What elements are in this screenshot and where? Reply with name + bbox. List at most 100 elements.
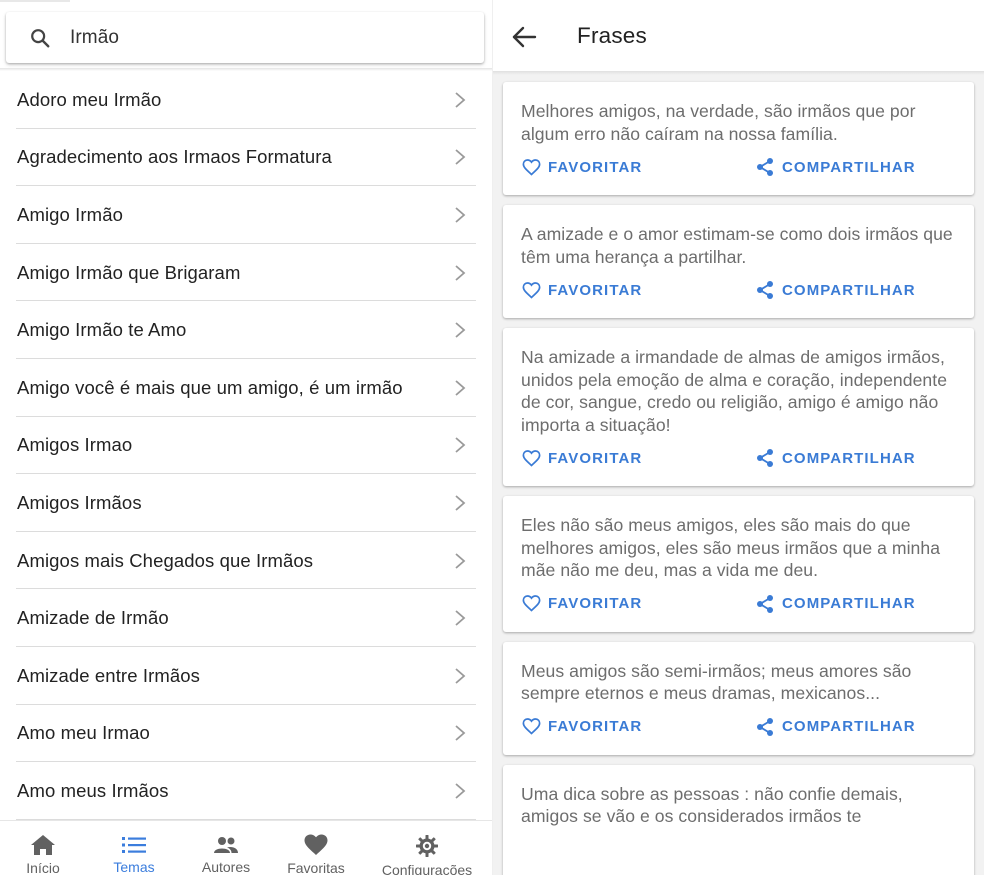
nav-label: Autores (201, 859, 251, 875)
favorite-button[interactable]: FAVORITAR (521, 594, 642, 614)
quote-text: A amizade e o amor estimam-se como dois … (521, 224, 953, 267)
list-item[interactable]: Amigos Irmao (0, 417, 492, 475)
list-item-label: Adoro meu Irmão (17, 88, 162, 110)
share-button[interactable]: COMPARTILHAR (755, 717, 916, 737)
list-item-label: Amigo Irmão (17, 203, 123, 225)
list-item-label: Amigos mais Chegados que Irmãos (17, 549, 314, 571)
list-item-label: Amo meu Irmao (17, 722, 150, 744)
quotes-panel: Frases Melhores amigos, na verdade, são … (493, 0, 984, 875)
quote-list: Melhores amigos, na verdade, são irmãos … (503, 82, 974, 875)
share-button[interactable]: COMPARTILHAR (755, 157, 916, 177)
quote-actions (521, 828, 956, 875)
list-item[interactable]: Adoro meu Irmão (0, 71, 492, 129)
list-item[interactable]: Amigos mais Chegados que Irmãos (0, 532, 492, 590)
quote-actions: FAVORITAR COMPARTILHAR (521, 268, 956, 318)
nav-item-temas[interactable]: Temas (86, 821, 182, 875)
quote-card: Melhores amigos, na verdade, são irmãos … (503, 82, 974, 195)
list-item[interactable]: Amigo Irmão que Brigaram (0, 244, 492, 302)
nav-label: Configurações (381, 862, 473, 875)
nav-label: Favoritas (287, 860, 345, 875)
list-item-label: Amizade de Irmão (17, 607, 169, 629)
arrow-back-icon[interactable] (511, 24, 537, 50)
list-item[interactable]: Amizade entre Irmãos (0, 647, 492, 705)
chevron-right-icon (455, 149, 466, 166)
search-input[interactable]: Irmão (70, 27, 119, 49)
chevron-right-icon (455, 610, 466, 626)
list-item[interactable]: Amo meu Irmao (0, 705, 492, 763)
favorite-button[interactable]: FAVORITAR (521, 448, 642, 468)
app-screen: Irmão Adoro meu Irmão Agradecimento aos … (0, 0, 984, 875)
favorite-label: FAVORITAR (548, 158, 643, 176)
status-line (0, 0, 70, 2)
favorite-label: FAVORITAR (548, 281, 643, 299)
quote-card: Uma dica sobre as pessoas : não confie d… (503, 764, 974, 875)
quote-text: Na amizade a irmandade de almas de amigo… (521, 347, 948, 435)
app-bar-shadow (493, 71, 984, 75)
heart-outline-icon (521, 280, 541, 300)
nav-label: Temas (113, 859, 155, 875)
people-icon (212, 834, 240, 855)
quote-text: Melhores amigos, na verdade, são irmãos … (521, 101, 916, 144)
page-title: Frases (577, 23, 647, 48)
nav-label: Início (26, 860, 60, 875)
chevron-right-icon (455, 380, 466, 396)
list-item[interactable]: Amigo Irmão (0, 186, 492, 244)
share-label: COMPARTILHAR (782, 158, 916, 176)
chevron-right-icon (455, 207, 466, 223)
app-bar: Frases (493, 0, 984, 71)
chevron-right-icon (455, 783, 466, 799)
list-item[interactable]: Amigo Irmão te Amo (0, 301, 492, 359)
share-label: COMPARTILHAR (782, 595, 916, 612)
share-icon (755, 280, 775, 300)
list-item[interactable]: Amigo você é mais que um amigo, é um irm… (0, 359, 492, 417)
share-button[interactable]: COMPARTILHAR (755, 280, 916, 300)
chevron-right-icon (455, 437, 466, 454)
list-icon (120, 834, 148, 855)
search-icon[interactable] (28, 26, 52, 50)
share-button[interactable]: COMPARTILHAR (755, 594, 916, 614)
share-label: COMPARTILHAR (782, 718, 916, 735)
list-item-label: Amigos Irmãos (17, 491, 142, 513)
theme-list: Adoro meu Irmão Agradecimento aos Irmaos… (0, 71, 492, 820)
gear-icon (413, 834, 441, 858)
heart-outline-icon (521, 594, 541, 614)
quote-card: Eles não são meus amigos, eles são mais … (503, 496, 974, 632)
quote-actions: FAVORITAR COMPARTILHAR (521, 705, 956, 755)
chevron-right-icon (455, 264, 466, 281)
share-label: COMPARTILHAR (782, 281, 916, 299)
quote-card: Na amizade a irmandade de almas de amigo… (503, 328, 974, 486)
list-item-label: Amizade entre Irmãos (17, 664, 200, 686)
quote-text: Eles não são meus amigos, eles são mais … (521, 515, 941, 580)
share-label: COMPARTILHAR (782, 449, 916, 467)
list-item[interactable]: Amigos Irmãos (0, 474, 492, 532)
search-bar[interactable]: Irmão (6, 12, 484, 63)
list-item-label: Amigos Irmao (17, 434, 133, 456)
quote-text: Meus amigos são semi-irmãos; meus amores… (521, 660, 912, 704)
share-button[interactable]: COMPARTILHAR (755, 448, 916, 468)
nav-item-favoritas[interactable]: Favoritas (270, 821, 362, 875)
share-icon (755, 448, 775, 468)
heart-outline-icon (521, 157, 541, 177)
list-item-label: Amigo Irmão que Brigaram (17, 261, 241, 283)
nav-item-autores[interactable]: Autores (182, 821, 270, 875)
list-item[interactable]: Agradecimento aos Irmaos Formatura (0, 129, 492, 187)
quote-actions: FAVORITAR COMPARTILHAR (521, 145, 956, 195)
heart-outline-icon (521, 717, 541, 737)
favorite-button[interactable]: FAVORITAR (521, 717, 642, 737)
nav-item-inicio[interactable]: Início (0, 821, 86, 875)
heart-outline-icon (521, 448, 541, 468)
nav-item-configuracoes[interactable]: Configurações (362, 821, 492, 875)
share-icon (755, 594, 775, 614)
favorite-button[interactable]: FAVORITAR (521, 280, 642, 300)
list-item-label: Amigo Irmão te Amo (17, 319, 187, 341)
favorite-label: FAVORITAR (548, 595, 643, 612)
chevron-right-icon (455, 495, 466, 511)
chevron-right-icon (455, 322, 466, 338)
bottom-navigation: Início Temas Autores Favoritas Configura… (0, 820, 492, 875)
chevron-right-icon (455, 725, 466, 742)
favorite-button[interactable]: FAVORITAR (521, 157, 642, 177)
list-item[interactable]: Amo meus Irmãos (0, 762, 492, 820)
list-item[interactable]: Amizade de Irmão (0, 589, 492, 647)
chevron-right-icon (455, 552, 466, 569)
home-icon (29, 834, 57, 856)
